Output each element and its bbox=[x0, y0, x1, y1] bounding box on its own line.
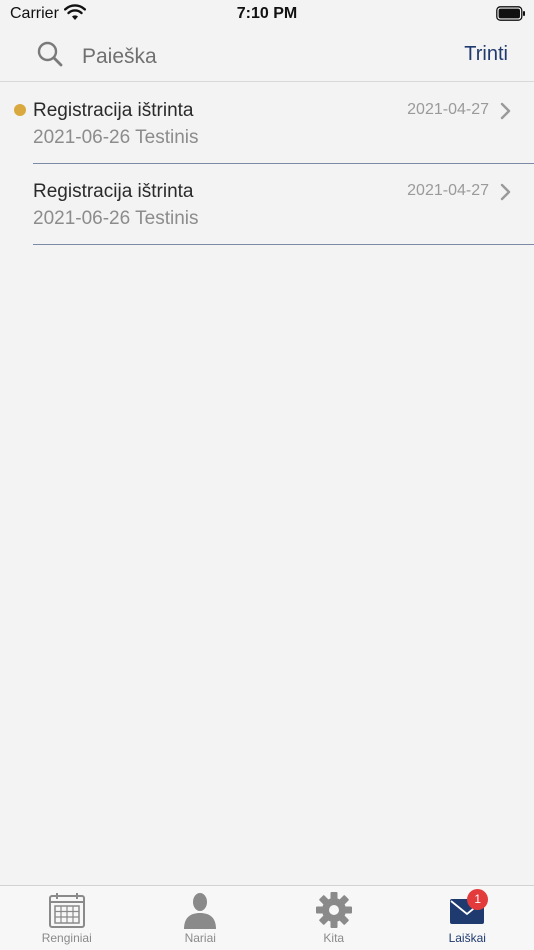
delete-button[interactable]: Trinti bbox=[464, 43, 508, 66]
message-subtitle: 2021-06-26 Testinis bbox=[33, 208, 199, 229]
message-title: Registracija ištrinta bbox=[33, 181, 194, 202]
gear-icon bbox=[315, 892, 352, 928]
row-divider bbox=[33, 244, 534, 245]
tab-label: Laiškai bbox=[448, 931, 486, 945]
message-subtitle: 2021-06-26 Testinis bbox=[33, 127, 199, 148]
message-row[interactable]: Registracija ištrinta 2021-06-26 Testini… bbox=[0, 164, 534, 245]
clock: 7:10 PM bbox=[236, 5, 298, 22]
battery-icon bbox=[496, 6, 525, 21]
tab-other[interactable]: Kita bbox=[267, 886, 401, 950]
tab-label: Kita bbox=[323, 931, 345, 945]
search-icon bbox=[37, 41, 63, 67]
tab-bar: Renginiai Nariai Kita 1 Laiškai bbox=[0, 885, 534, 950]
message-date: 2021-04-27 bbox=[407, 182, 489, 199]
unread-indicator bbox=[14, 104, 26, 116]
status-bar: Carrier 7:10 PM bbox=[0, 0, 534, 28]
tab-label: Nariai bbox=[184, 931, 216, 945]
message-title: Registracija ištrinta bbox=[33, 100, 194, 121]
chevron-right-icon bbox=[500, 102, 511, 120]
search-bar: Trinti bbox=[0, 30, 534, 82]
tab-messages[interactable]: 1 Laiškai bbox=[401, 886, 534, 950]
message-date: 2021-04-27 bbox=[407, 101, 489, 118]
chevron-right-icon bbox=[500, 183, 511, 201]
calendar-icon bbox=[48, 893, 85, 928]
tab-events[interactable]: Renginiai bbox=[0, 886, 134, 950]
tab-members[interactable]: Nariai bbox=[134, 886, 268, 950]
message-list: Registracija ištrinta 2021-06-26 Testini… bbox=[0, 83, 534, 245]
person-icon bbox=[184, 893, 217, 929]
search-input[interactable] bbox=[82, 42, 422, 72]
message-row[interactable]: Registracija ištrinta 2021-06-26 Testini… bbox=[0, 83, 534, 164]
tab-label: Renginiai bbox=[41, 931, 92, 945]
